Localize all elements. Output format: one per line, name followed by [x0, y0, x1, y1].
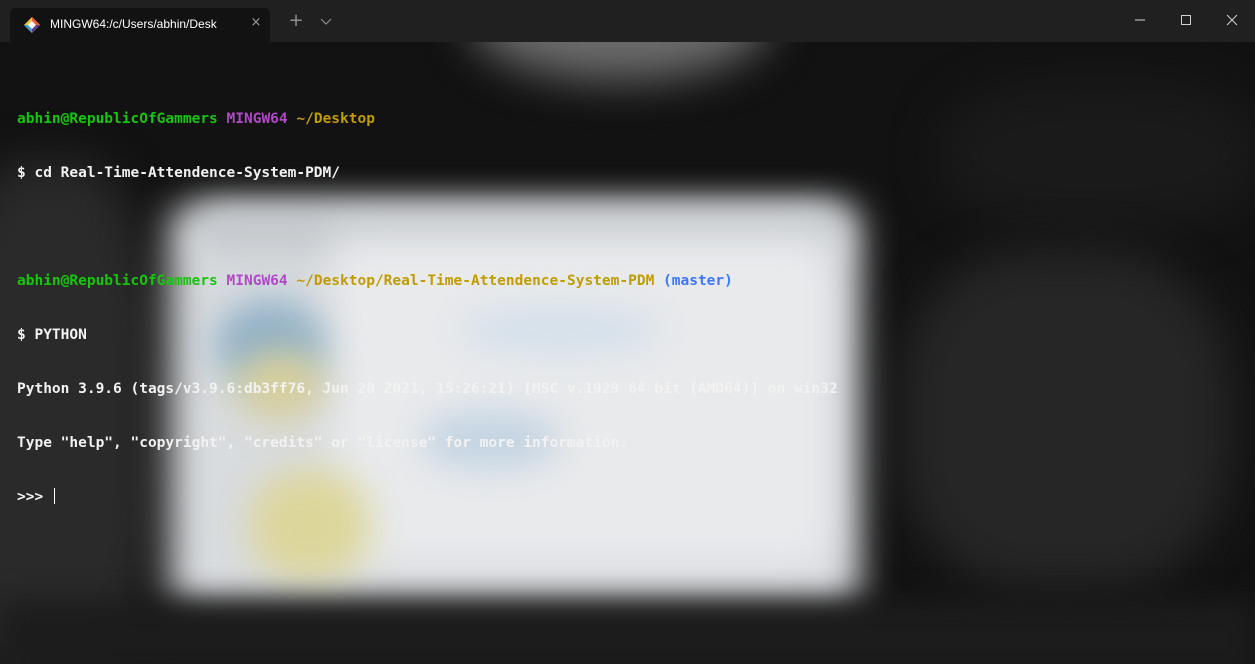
- prompt-line: abhin@RepublicOfGammers MINGW64 ~/Deskto…: [17, 272, 838, 290]
- text-cursor: [53, 488, 55, 504]
- tab-title: MINGW64:/c/Users/abhin/Desk: [50, 17, 217, 31]
- command-line: $ cd Real-Time-Attendence-System-PDM/: [17, 165, 341, 181]
- terminal-window: MINGW64:/c/Users/abhin/Desk × + abhin@Re…: [0, 0, 1255, 664]
- prompt-user-host: abhin@RepublicOfGammers: [17, 111, 218, 127]
- maximize-button[interactable]: [1163, 0, 1209, 38]
- maximize-icon: [1181, 15, 1191, 25]
- prompt-line: abhin@RepublicOfGammers MINGW64 ~/Deskto…: [17, 110, 838, 128]
- prompt-system: MINGW64: [226, 273, 288, 289]
- new-tab-button[interactable]: +: [286, 11, 306, 31]
- repl-prompt: >>>: [17, 489, 44, 505]
- tab-mingw64[interactable]: MINGW64:/c/Users/abhin/Desk ×: [10, 8, 270, 42]
- tab-close-icon[interactable]: ×: [247, 14, 265, 32]
- terminal-output[interactable]: abhin@RepublicOfGammers MINGW64 ~/Deskto…: [17, 74, 838, 542]
- prompt-path: ~/Desktop: [296, 111, 375, 127]
- prompt-system: MINGW64: [226, 111, 288, 127]
- prompt-user-host: abhin@RepublicOfGammers: [17, 273, 218, 289]
- python-version-output: Python 3.9.6 (tags/v3.9.6:db3ff76, Jun 2…: [17, 381, 838, 397]
- git-bash-icon: [24, 17, 40, 33]
- close-window-button[interactable]: [1209, 0, 1255, 38]
- prompt-git-branch: (master): [663, 273, 733, 289]
- prompt-path: ~/Desktop/Real-Time-Attendence-System-PD…: [296, 273, 655, 289]
- python-help-output: Type "help", "copyright", "credits" or "…: [17, 435, 629, 451]
- close-icon: [1226, 14, 1238, 26]
- chevron-down-icon[interactable]: [316, 11, 336, 31]
- title-bar[interactable]: MINGW64:/c/Users/abhin/Desk × +: [0, 0, 1255, 42]
- command-line: $ PYTHON: [17, 327, 87, 343]
- repl-prompt-line[interactable]: >>>: [17, 488, 838, 506]
- minimize-icon: [1135, 19, 1145, 21]
- minimize-button[interactable]: [1117, 0, 1163, 38]
